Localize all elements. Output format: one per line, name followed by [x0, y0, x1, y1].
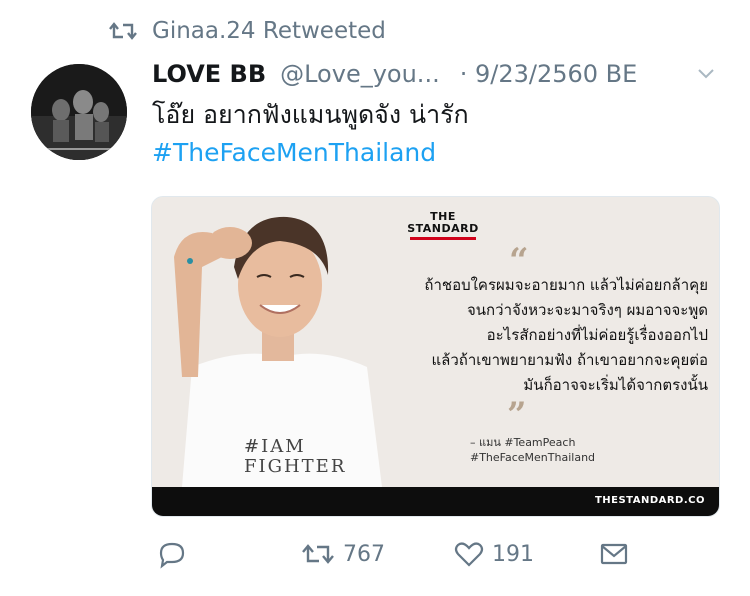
tweet-date[interactable]: · 9/23/2560 BE [460, 60, 638, 88]
brand-logo-text: THE STANDARD [407, 210, 479, 235]
reply-icon [159, 542, 185, 569]
quote-line: ถ้าชอบใครผมจะอายมาก แล้วไม่ค่อยกล้าคุย [424, 276, 708, 294]
retweet-context[interactable]: Ginaa.24 Retweeted [108, 14, 386, 48]
tweet-text: โอ๊ย อยากฟังแมนพูดจัง น่ารัก #TheFaceMen… [152, 96, 469, 172]
quote-line: อะไรสักอย่างที่ไม่ค่อยรู้เรื่องออกไป [486, 326, 708, 344]
retweeted-by-text: Ginaa.24 Retweeted [152, 18, 386, 44]
like-count: 191 [492, 541, 534, 567]
reply-button[interactable] [157, 532, 195, 576]
retweet-button[interactable]: 767 [301, 532, 385, 576]
attribution-hashtag: #TheFaceMenThailand [470, 451, 596, 464]
retweet-icon [109, 22, 137, 40]
author-name[interactable]: LOVE BB [152, 60, 266, 88]
avatar[interactable] [31, 64, 127, 160]
quote-line: จนกว่าจังหวะจะมาจริงๆ ผมอาจจะพูด [467, 301, 708, 319]
like-button[interactable]: 191 [454, 532, 534, 576]
hashtag-link[interactable]: #TheFaceMenThailand [152, 134, 469, 172]
attribution-name: – แมน #TeamPeach [470, 436, 576, 449]
tweet-header: LOVE BB @Love_you... · 9/23/2560 BE [152, 56, 730, 92]
envelope-icon [600, 543, 628, 565]
tweet-body: โอ๊ย อยากฟังแมนพูดจัง น่ารัก [152, 100, 469, 129]
tweet-actions: 767 191 [0, 532, 750, 576]
shirt-print: #IAM FIGHTER [244, 437, 346, 477]
quote-line: แล้วถ้าเขาพยายามฟัง ถ้าเขาอยากจะคุยต่อ [431, 351, 708, 369]
site-label: THESTANDARD.CO [594, 495, 705, 506]
card-footer: THESTANDARD.CO [152, 487, 719, 516]
chevron-down-icon[interactable] [696, 64, 716, 84]
direct-message-button[interactable] [599, 532, 629, 576]
author-handle[interactable]: @Love_you... [280, 60, 440, 88]
quote-attribution: – แมน #TeamPeach #TheFaceMenThailand [470, 435, 595, 465]
close-quote-mark: ” [507, 395, 527, 435]
retweet-icon [302, 544, 334, 564]
shirt-text-line-2: FIGHTER [244, 456, 347, 477]
quote-text: ถ้าชอบใครผมจะอายมาก แล้วไม่ค่อยกล้าคุย จ… [338, 273, 708, 398]
retweet-count: 767 [343, 541, 385, 567]
shirt-text-line-1: #IAM [244, 436, 306, 457]
brand-logo: THE STANDARD [406, 211, 480, 240]
media-card[interactable]: #IAM FIGHTER THE STANDARD “ ถ้าชอบใครผมจ… [151, 196, 720, 517]
avatar-photo [31, 64, 127, 160]
heart-icon [454, 542, 484, 567]
